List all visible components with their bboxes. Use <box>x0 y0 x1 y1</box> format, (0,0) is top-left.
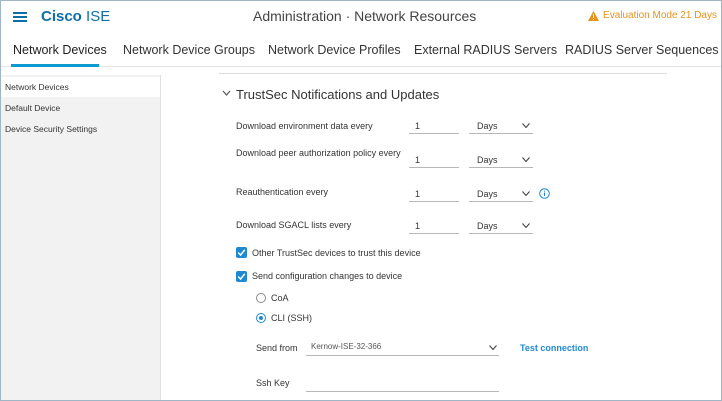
trust-device-label[interactable]: Other TrustSec devices to trust this dev… <box>252 248 421 258</box>
info-icon[interactable] <box>539 188 550 199</box>
coa-radio[interactable] <box>256 293 266 303</box>
section-title[interactable]: TrustSec Notifications and Updates <box>236 87 439 102</box>
brand-rest: ISE <box>86 8 111 25</box>
active-tab-indicator <box>11 64 99 67</box>
unit-value: Days <box>477 189 498 199</box>
download-peer-policy-unit-select[interactable]: Days <box>469 152 533 168</box>
chevron-down-icon[interactable] <box>222 90 231 96</box>
unit-value: Days <box>477 221 498 231</box>
chevron-down-icon <box>522 157 530 162</box>
app-window: Cisco ISE Administration · Network Resou… <box>0 0 722 401</box>
evaluation-text: Evaluation Mode 21 Days <box>603 10 717 21</box>
sidebar: Network Devices Default Device Device Se… <box>1 75 161 400</box>
send-from-select[interactable]: Kernow-ISE-32-366 <box>306 339 499 356</box>
cli-ssh-label[interactable]: CLI (SSH) <box>271 313 312 323</box>
send-from-label: Send from <box>256 343 298 353</box>
tab-network-device-groups[interactable]: Network Device Groups <box>123 43 255 57</box>
ssh-key-input[interactable] <box>306 376 499 392</box>
main-content: TrustSec Notifications and Updates Downl… <box>161 67 721 400</box>
unit-value: Days <box>477 155 498 165</box>
reauthentication-label: Reauthentication every <box>236 187 329 197</box>
download-peer-policy-input[interactable]: 1 <box>409 152 459 168</box>
coa-label[interactable]: CoA <box>271 293 289 303</box>
warning-icon <box>588 10 600 21</box>
tab-radius-server-sequences[interactable]: RADIUS Server Sequences <box>565 43 719 57</box>
section-divider <box>219 73 667 74</box>
download-peer-policy-label: Download peer authorization policy every <box>236 148 401 158</box>
download-sgacl-unit-select[interactable]: Days <box>469 218 533 234</box>
download-sgacl-input[interactable]: 1 <box>409 218 459 234</box>
chevron-down-icon <box>522 191 530 196</box>
tab-bar: Network Devices Network Device Groups Ne… <box>1 37 721 67</box>
brand-bold: Cisco <box>41 8 82 25</box>
evaluation-notice[interactable]: Evaluation Mode 21 Days <box>588 10 717 21</box>
test-connection-link[interactable]: Test connection <box>520 343 588 353</box>
page-title: Administration · Network Resources <box>253 8 477 24</box>
download-sgacl-label: Download SGACL lists every <box>236 220 352 230</box>
unit-value: Days <box>477 121 498 131</box>
send-from-value: Kernow-ISE-32-366 <box>311 342 382 351</box>
checkmark-icon <box>237 249 246 257</box>
chevron-down-icon <box>522 223 530 228</box>
top-bar: Cisco ISE Administration · Network Resou… <box>1 1 721 33</box>
trust-device-checkbox[interactable] <box>236 247 247 258</box>
sidebar-item-device-security-settings[interactable]: Device Security Settings <box>1 119 160 139</box>
send-config-checkbox[interactable] <box>236 271 247 282</box>
cli-ssh-radio[interactable] <box>256 313 266 323</box>
sidebar-item-network-devices[interactable]: Network Devices <box>1 77 160 97</box>
brand-logo[interactable]: Cisco ISE <box>41 8 110 25</box>
download-environment-unit-select[interactable]: Days <box>469 118 533 134</box>
tab-network-device-profiles[interactable]: Network Device Profiles <box>268 43 401 57</box>
reauthentication-unit-select[interactable]: Days <box>469 186 533 202</box>
reauthentication-input[interactable]: 1 <box>409 186 459 202</box>
download-environment-label: Download environment data every <box>236 121 373 131</box>
ssh-key-label: Ssh Key <box>256 378 290 388</box>
send-config-label[interactable]: Send configuration changes to device <box>252 271 402 281</box>
chevron-down-icon <box>522 123 530 128</box>
hamburger-menu-icon[interactable] <box>13 12 27 22</box>
tab-external-radius-servers[interactable]: External RADIUS Servers <box>414 43 557 57</box>
tab-network-devices[interactable]: Network Devices <box>13 43 107 57</box>
chevron-down-icon <box>489 345 497 350</box>
checkmark-icon <box>237 273 246 281</box>
sidebar-item-default-device[interactable]: Default Device <box>1 98 160 118</box>
download-environment-input[interactable]: 1 <box>409 118 459 134</box>
